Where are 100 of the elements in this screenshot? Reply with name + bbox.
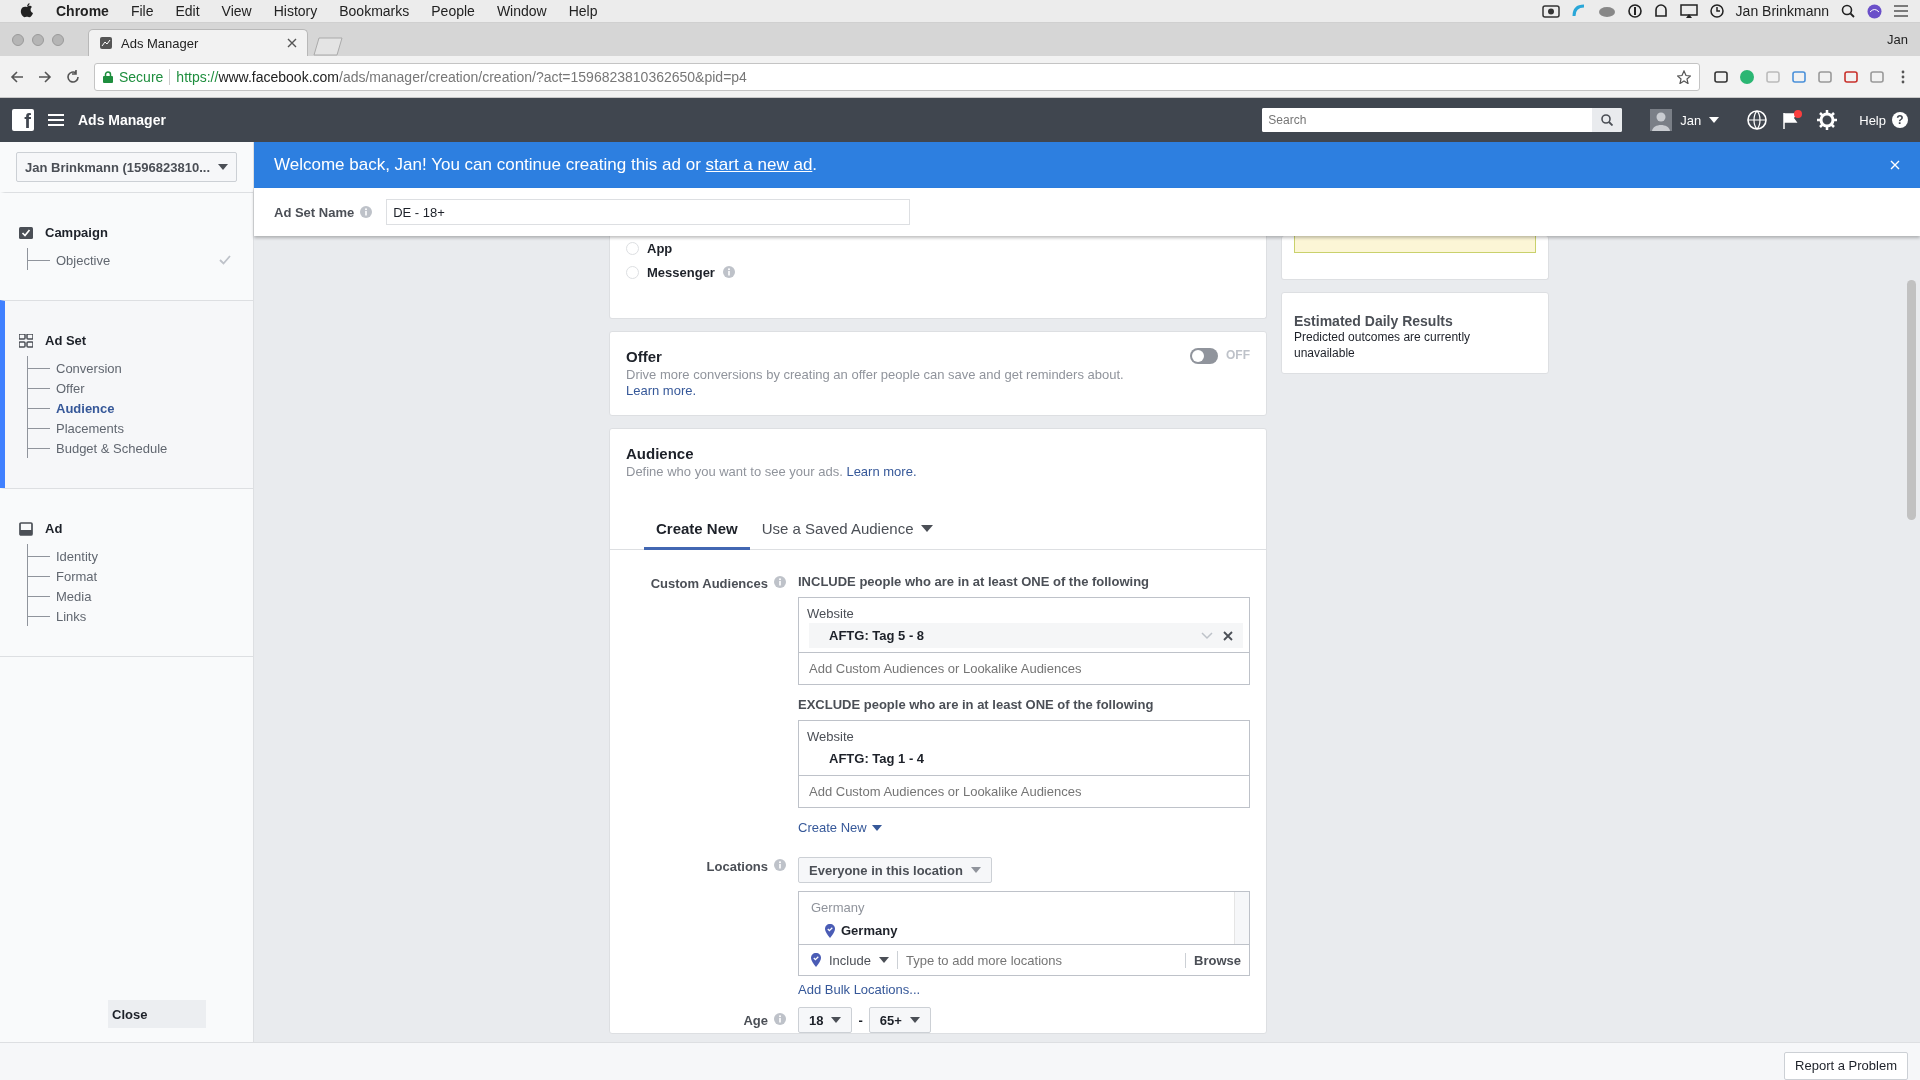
audience-tab[interactable]: Create New — [644, 520, 750, 550]
section-title[interactable]: Ad — [45, 521, 63, 536]
sidebar-item[interactable]: Identity — [56, 548, 231, 564]
app-menu[interactable]: Chrome — [56, 3, 109, 19]
menu-item[interactable]: Help — [568, 3, 598, 19]
info-icon — [722, 266, 735, 278]
flag-icon[interactable] — [1781, 110, 1804, 130]
group-label: Website — [806, 728, 855, 746]
field-label: Locations — [706, 859, 768, 874]
help-link[interactable]: Help ? — [1859, 112, 1908, 128]
sidebar-item[interactable]: Offer — [56, 380, 231, 396]
sidebar-item[interactable]: Audience — [56, 400, 231, 416]
scrollbar-thumb[interactable] — [1907, 280, 1916, 520]
search-icon — [1601, 114, 1614, 126]
caret-icon — [871, 824, 882, 831]
age-max-dropdown[interactable]: 65+ — [868, 1007, 931, 1033]
audience-tab[interactable]: Use a Saved Audience — [749, 520, 946, 550]
group-label: Website — [806, 605, 855, 623]
list-entry[interactable]: AFTG: Tag 1 - 4 — [809, 746, 1243, 771]
campaign-icon — [19, 225, 33, 240]
sidebar-item[interactable]: Links — [56, 608, 231, 624]
grid-icon — [19, 333, 33, 348]
caret-icon — [970, 867, 981, 873]
search-button[interactable] — [1592, 108, 1623, 132]
secure-label: Secure — [119, 68, 164, 85]
list-entry[interactable]: AFTG: Tag 5 - 8 — [809, 623, 1243, 648]
card-title: Estimated Daily Results — [1294, 313, 1454, 329]
reload-icon[interactable] — [66, 69, 80, 84]
browser-tab[interactable]: Ads Manager — [88, 29, 308, 56]
learn-more-link[interactable]: Learn more. — [846, 464, 917, 479]
option-label: Messenger — [647, 264, 715, 280]
close-button[interactable]: Close — [108, 1000, 206, 1028]
menu-item[interactable]: History — [273, 3, 318, 19]
create-new-link[interactable]: Create New — [798, 820, 1250, 835]
list-icon[interactable] — [1894, 5, 1908, 17]
caret-icon — [909, 1017, 920, 1023]
close-icon[interactable] — [287, 38, 297, 48]
globe-icon[interactable] — [1747, 110, 1768, 130]
learn-more-link[interactable]: Learn more. — [626, 383, 697, 398]
menu-item[interactable]: Bookmarks — [339, 3, 410, 19]
star-icon[interactable] — [1677, 69, 1691, 84]
browse-button[interactable]: Browse — [1185, 952, 1241, 968]
menu-item[interactable]: File — [130, 3, 154, 19]
close-icon[interactable] — [1223, 630, 1233, 641]
extension-icon[interactable] — [1714, 69, 1728, 84]
address-bar[interactable]: Secure https://www.facebook.com/ads/manager/creation/creation/?act=1596823810362650&pid=p4 — [94, 62, 1700, 91]
field-label: Age — [743, 1013, 768, 1028]
account-selector[interactable]: Jan Brinkmann (1596823810... — [16, 152, 237, 182]
group-label: Germany — [811, 900, 866, 915]
back-icon[interactable] — [10, 69, 24, 84]
location-pin-icon — [811, 953, 821, 967]
include-dropdown[interactable]: Include — [811, 951, 898, 969]
account-menu[interactable]: Jan — [1650, 109, 1720, 131]
menu-icon[interactable] — [48, 113, 64, 127]
menu-item[interactable]: Edit — [175, 3, 200, 19]
welcome-message: Welcome back, Jan! You can continue creating this ad or start a new ad. — [274, 155, 819, 175]
profile-name[interactable]: Jan — [1887, 32, 1908, 47]
info-icon — [360, 206, 373, 218]
list-heading: INCLUDE people who are in at least ONE of the following — [798, 574, 1151, 589]
sidebar-item[interactable]: Budget & Schedule — [56, 440, 231, 456]
age-min-dropdown[interactable]: 18 — [798, 1007, 853, 1033]
location-item[interactable]: Germany — [841, 923, 898, 938]
card-title: Audience — [626, 445, 695, 462]
list-heading: EXCLUDE people who are in at least ONE of the following — [798, 697, 1155, 712]
sidebar-item[interactable]: Conversion — [56, 360, 231, 376]
field-label: Ad Set Name — [274, 204, 355, 220]
audience-box[interactable]: Website AFTG: Tag 1 - 4 Add Custom Audiences or Lookalike Audiences — [798, 720, 1250, 808]
menu-item[interactable]: Window — [496, 3, 547, 19]
toggle-switch[interactable] — [1190, 348, 1218, 364]
start-new-ad-link[interactable]: start a new ad — [705, 155, 813, 174]
location-mode-dropdown[interactable]: Everyone in this location — [798, 857, 992, 883]
display-icon[interactable] — [1679, 4, 1698, 18]
sidebar-item[interactable]: Placements — [56, 420, 231, 436]
menu-item[interactable]: People — [431, 3, 475, 19]
search-icon[interactable] — [1841, 4, 1855, 18]
forward-icon[interactable] — [38, 69, 52, 84]
report-problem-button[interactable]: Report a Problem — [1784, 1051, 1908, 1080]
ad-icon — [19, 521, 33, 536]
add-bulk-locations-link[interactable]: Add Bulk Locations... — [798, 982, 921, 997]
camera-icon[interactable] — [1541, 4, 1560, 18]
field-label: Custom Audiences — [650, 576, 768, 591]
apple-icon — [20, 3, 34, 19]
user-name[interactable]: Jan Brinkmann — [1735, 3, 1829, 19]
audience-box[interactable]: Website AFTG: Tag 5 - 8 Add Custom Audiences or Lookalike Audiences — [798, 597, 1250, 685]
offer-description: Drive more conversions by creating an offer people can save and get reminders about. Learn more. — [626, 367, 1125, 399]
ad-set-name-field[interactable]: DE - 18+ — [386, 199, 911, 225]
menu-item[interactable]: View — [221, 3, 252, 19]
card-title: Offer — [626, 348, 663, 365]
caret-icon — [1709, 117, 1720, 123]
settings-icon[interactable] — [1817, 110, 1838, 130]
extension-icon[interactable] — [1844, 69, 1858, 84]
section-title[interactable]: Ad Set — [45, 333, 87, 348]
sidebar-item[interactable]: Format — [56, 568, 231, 584]
sidebar-item[interactable]: Objective — [56, 252, 219, 268]
estimate-text: Predicted outcomes are currently unavailable — [1294, 329, 1472, 361]
section-title[interactable]: Campaign — [45, 225, 108, 240]
history-icon[interactable] — [1709, 4, 1724, 18]
caret-icon — [831, 1017, 842, 1023]
sidebar-item[interactable]: Media — [56, 588, 231, 604]
caret-icon — [921, 525, 934, 532]
